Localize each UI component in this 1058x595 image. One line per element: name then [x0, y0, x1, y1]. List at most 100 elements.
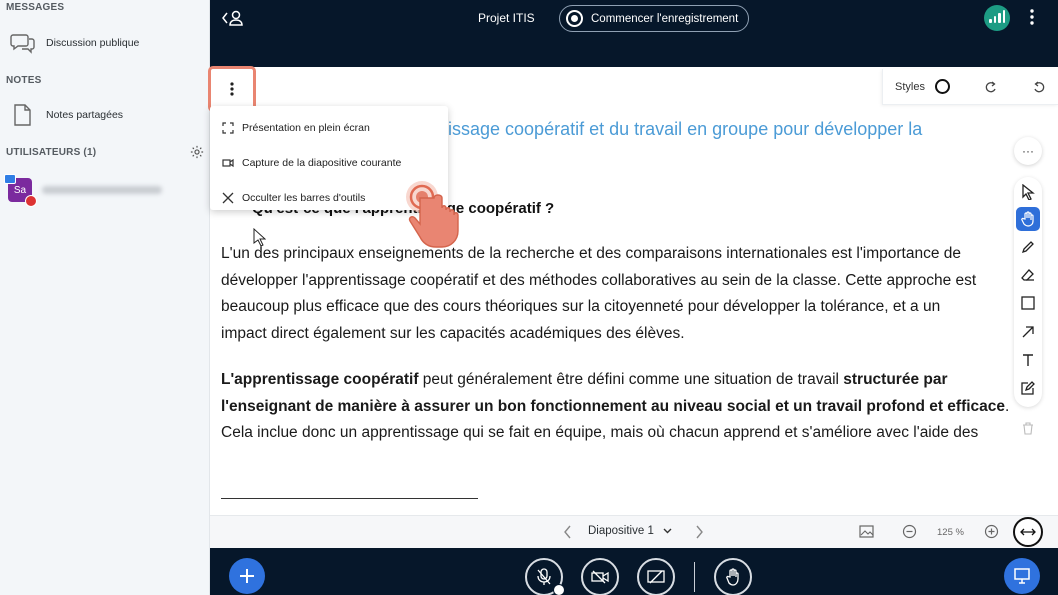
pencil-icon	[1021, 241, 1034, 254]
more-options-icon	[230, 82, 234, 96]
connection-status-icon[interactable]	[984, 5, 1010, 31]
sidebar: MESSAGES Discussion publique NOTES Notes…	[0, 0, 210, 595]
eraser-tool[interactable]	[1014, 262, 1042, 288]
bold-phrase: l'enseignant de manière à assurer un bon…	[221, 397, 1006, 415]
muted-mic-icon	[25, 195, 37, 207]
presentation-icon	[1014, 568, 1030, 584]
shared-notes-label: Notes partagées	[46, 109, 124, 121]
fit-width-icon	[1020, 528, 1036, 536]
zoom-out-icon[interactable]	[902, 524, 917, 539]
redo-icon[interactable]	[984, 80, 998, 94]
zoom-in-icon[interactable]	[984, 524, 999, 539]
presentation-toggle-button[interactable]	[1004, 558, 1040, 594]
meeting-title: Projet ITIS	[478, 11, 535, 25]
fit-to-width-button[interactable]	[1013, 517, 1043, 547]
note-tool[interactable]	[1014, 375, 1042, 401]
paragraph-line: impact direct également sur les capacité…	[221, 324, 685, 342]
start-recording-button[interactable]: Commencer l'enregistrement	[559, 5, 750, 32]
delete-icon[interactable]	[1022, 422, 1034, 435]
public-chat-item[interactable]: Discussion publique	[10, 32, 139, 54]
blurred-username	[42, 186, 162, 194]
avatar: Sa	[4, 174, 37, 207]
slide-paragraph-2: L'apprentissage coopératif peut générale…	[221, 367, 1041, 447]
tap-hand-icon	[406, 181, 459, 248]
snapshot-label: Capture de la diapositive courante	[242, 156, 402, 169]
zoom-level: 125 %	[937, 527, 964, 538]
back-user-icon[interactable]	[222, 9, 244, 27]
paragraph-line: L'un des principaux enseignements de la …	[221, 245, 962, 262]
plus-icon	[240, 569, 254, 583]
chat-badge-icon	[4, 174, 16, 184]
pencil-tool[interactable]	[1014, 234, 1042, 260]
slide-selector[interactable]: Diapositive 1	[588, 525, 672, 537]
control-divider	[694, 562, 695, 592]
users-heading: UTILISATEURS (1)	[6, 147, 97, 158]
styles-panel[interactable]: Styles	[882, 69, 1058, 105]
styles-label: Styles	[895, 80, 925, 93]
record-label: Commencer l'enregistrement	[591, 12, 739, 25]
paragraph-line: beaucoup plus efficace que des cours thé…	[221, 298, 941, 315]
screen-share-button[interactable]	[637, 558, 675, 595]
avatar-initials: Sa	[13, 184, 27, 196]
whiteboard-toolbar	[1014, 177, 1042, 407]
text-span: peut généralement être défini comme une …	[418, 371, 844, 388]
rectangle-tool[interactable]	[1014, 290, 1042, 316]
shared-notes-item[interactable]: Notes partagées	[10, 104, 123, 126]
screen-share-off-icon	[647, 570, 665, 584]
fullscreen-icon	[222, 121, 234, 134]
edit-note-icon	[1021, 381, 1035, 395]
more-dots: ···	[1022, 144, 1034, 158]
bold-phrase: structurée par	[843, 371, 948, 388]
hand-icon	[726, 568, 739, 586]
slide-title: issage coopératif et du travail en group…	[448, 119, 923, 139]
text-span: .	[1005, 397, 1010, 415]
bottom-action-bar	[210, 548, 1058, 595]
raise-hand-button[interactable]	[714, 558, 752, 595]
paragraph-line: développer l'apprentissage coopératif et…	[221, 271, 977, 289]
previous-slide-icon[interactable]	[563, 525, 572, 539]
top-bar: Projet ITIS Commencer l'enregistrement	[210, 0, 1058, 67]
pan-tool[interactable]	[1016, 207, 1040, 231]
toolbar-more-button[interactable]: ···	[1014, 137, 1042, 165]
undo-icon[interactable]	[1032, 80, 1046, 94]
close-icon	[222, 192, 234, 203]
record-icon	[566, 10, 583, 27]
user-list-item[interactable]: Sa	[4, 174, 162, 207]
messages-heading: MESSAGES	[6, 2, 65, 13]
hide-toolbars-label: Occulter les barres d'outils	[242, 191, 366, 204]
gear-icon[interactable]	[190, 145, 204, 159]
text-tool[interactable]	[1014, 347, 1042, 373]
paragraph-line: l'enseignant de manière à assurer un bon…	[221, 394, 1041, 421]
muted-mic-icon	[537, 568, 551, 585]
fullscreen-menu-item[interactable]: Présentation en plein écran	[210, 110, 448, 145]
next-slide-icon[interactable]	[695, 525, 704, 539]
camera-icon	[222, 158, 234, 167]
notes-heading: NOTES	[6, 75, 42, 86]
paragraph-line: Cela inclue donc un apprentissage qui se…	[221, 424, 979, 441]
snapshot-menu-item[interactable]: Capture de la diapositive courante	[210, 145, 448, 180]
actions-button[interactable]	[229, 558, 265, 594]
slide-paragraph-1: L'un des principaux enseignements de la …	[221, 241, 1041, 347]
chat-icon	[10, 34, 35, 54]
text-icon	[1023, 354, 1033, 366]
stroke-color-icon[interactable]	[934, 79, 950, 94]
audio-options-chevron-icon[interactable]	[553, 584, 565, 595]
cursor-arrow-icon	[1022, 184, 1035, 200]
arrow-tool[interactable]	[1014, 319, 1042, 345]
image-icon[interactable]	[859, 525, 874, 538]
arrow-icon	[1022, 326, 1034, 338]
bold-phrase: L'apprentissage coopératif	[221, 371, 419, 388]
hand-icon	[1021, 211, 1034, 227]
camera-off-icon	[591, 570, 609, 584]
paragraph-line: L'apprentissage coopératif peut générale…	[221, 367, 1041, 394]
public-chat-label: Discussion publique	[46, 37, 140, 49]
document-icon	[14, 104, 31, 126]
select-tool[interactable]	[1014, 179, 1042, 205]
chevron-down-icon	[663, 528, 672, 534]
footnote-rule	[221, 498, 478, 499]
camera-button[interactable]	[581, 558, 619, 595]
fullscreen-label: Présentation en plein écran	[242, 121, 370, 134]
eraser-icon	[1021, 269, 1034, 281]
more-options-icon[interactable]	[1028, 8, 1036, 26]
rectangle-icon	[1021, 296, 1035, 310]
